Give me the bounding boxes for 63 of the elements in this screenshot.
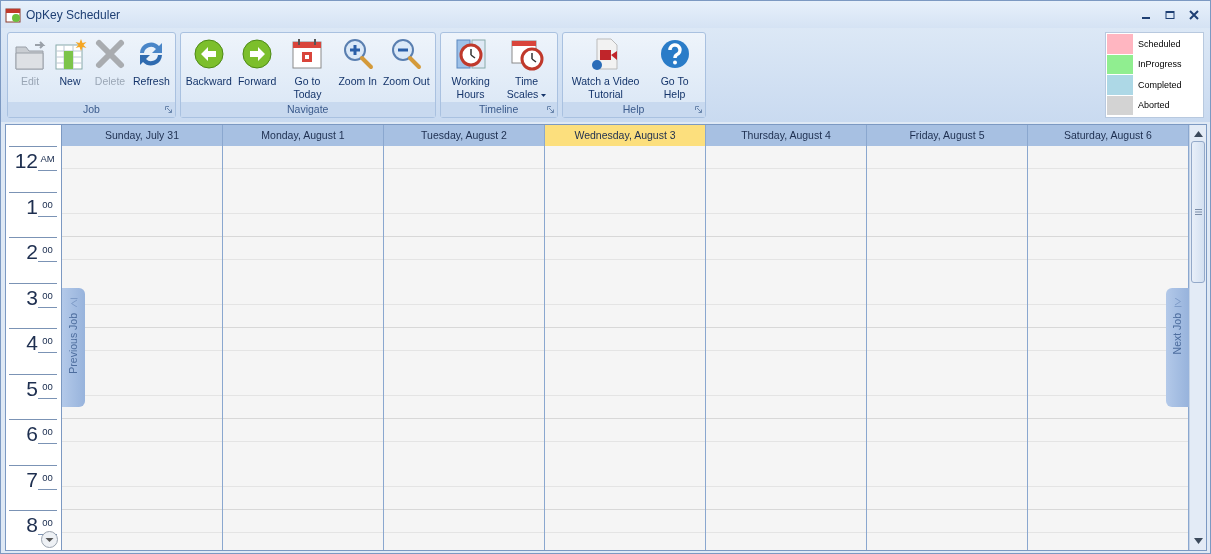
spreadsheet-icon	[53, 37, 87, 71]
minute-label: AM	[38, 153, 57, 171]
hour-label: 12	[14, 148, 38, 174]
minute-label: 00	[38, 471, 57, 490]
ribbon-button[interactable]: Zoom In	[335, 37, 380, 88]
hour-label: 4	[26, 330, 38, 356]
ribbon-button[interactable]: Watch a Video Tutorial	[564, 37, 647, 101]
ribbon-button[interactable]: Time Scales	[498, 37, 555, 101]
group-label: Help	[622, 101, 645, 117]
chevron-right-icon	[1173, 298, 1182, 307]
scrollbar-thumb[interactable]	[1191, 141, 1205, 283]
hour-label: 1	[26, 193, 38, 220]
hour-label: 8	[26, 512, 38, 538]
ribbon-button[interactable]: Working Hours	[442, 37, 499, 101]
day-header[interactable]: Monday, August 1	[223, 125, 384, 146]
dialog-launcher-icon[interactable]	[164, 106, 172, 113]
zoom-out-icon	[389, 37, 424, 71]
hour-label: 3	[26, 284, 38, 311]
ribbon-button[interactable]: Backward	[182, 37, 235, 88]
minute-label: 00	[38, 380, 57, 399]
day-header[interactable]: Sunday, July 31	[62, 125, 223, 146]
legend-label: InProgress	[1138, 58, 1182, 71]
ribbon-button[interactable]: Go To Help	[646, 37, 703, 101]
chevron-left-icon	[69, 298, 78, 307]
ribbon-button[interactable]: Forward	[234, 37, 280, 88]
group-label: Timeline	[478, 101, 519, 117]
minute-label: 00	[38, 426, 57, 444]
day-header[interactable]: Thursday, August 4	[706, 125, 867, 146]
minute-label: 00	[38, 198, 57, 217]
legend-label: Completed	[1138, 78, 1182, 92]
day-header[interactable]: Tuesday, August 2	[384, 125, 545, 146]
grip-icon	[1194, 209, 1202, 215]
window-title: OpKey Scheduler	[26, 6, 121, 24]
minute-label: 00	[38, 289, 57, 308]
ribbon-button[interactable]: Refresh	[130, 37, 173, 88]
calendar-app-icon	[5, 6, 21, 23]
hour-label: 5	[26, 375, 38, 402]
group-label: Navigate	[286, 101, 329, 117]
ribbon-button[interactable]: Go to Today	[279, 37, 336, 101]
legend-label: Scheduled	[1138, 37, 1181, 51]
legend-label: Aborted	[1138, 99, 1170, 112]
dialog-launcher-icon[interactable]	[694, 106, 702, 113]
day-header[interactable]: Wednesday, August 3	[545, 125, 706, 146]
x-mark-icon	[93, 37, 127, 71]
day-header[interactable]: Friday, August 5	[867, 125, 1028, 146]
close-icon[interactable]	[1189, 9, 1199, 20]
hour-label: 6	[26, 421, 38, 447]
scroll-down-arrow-icon[interactable]	[1193, 538, 1203, 544]
calendar-clock-icon	[509, 37, 544, 71]
scroll-down-button-icon[interactable]	[41, 531, 58, 548]
group-label: Job	[82, 101, 100, 117]
minute-label: 00	[38, 244, 57, 262]
calendar-icon	[290, 37, 325, 71]
hour-label: 2	[26, 239, 38, 265]
scroll-up-arrow-icon[interactable]	[1193, 131, 1203, 137]
minute-label: 00	[38, 335, 57, 353]
ribbon-button[interactable]: Zoom Out	[379, 37, 433, 88]
day-header[interactable]: Saturday, August 6	[1028, 125, 1189, 146]
maximize-icon[interactable]	[1165, 9, 1175, 20]
clock-with-table-icon	[453, 37, 488, 71]
hour-label: 7	[26, 466, 38, 493]
dialog-launcher-icon[interactable]	[546, 106, 554, 113]
ribbon-button[interactable]: New	[50, 37, 90, 88]
